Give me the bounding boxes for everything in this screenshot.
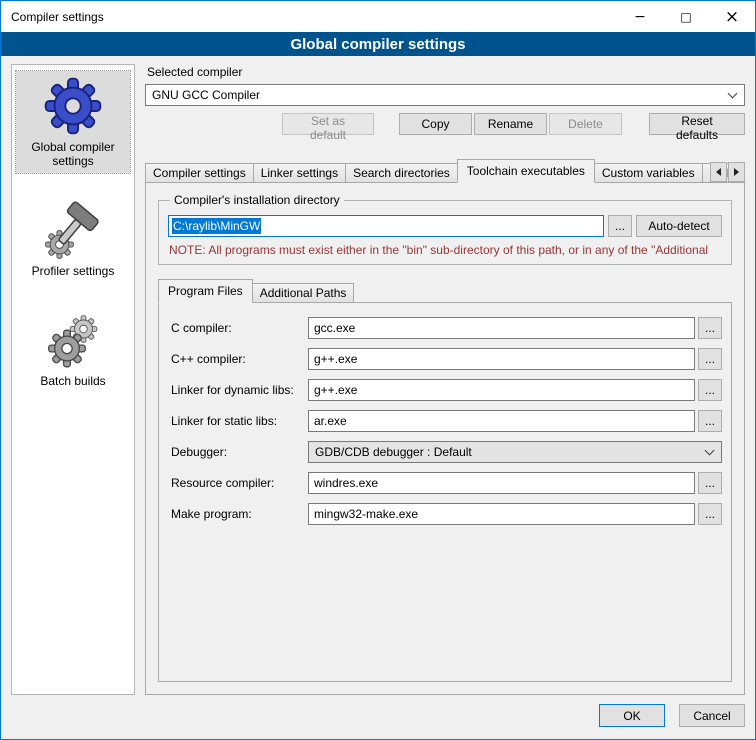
selected-compiler-label: Selected compiler: [147, 65, 745, 79]
window-controls: − □ ×: [617, 1, 755, 32]
form-row-resource-compiler: Resource compiler: ...: [171, 472, 722, 494]
arrow-left-icon: [716, 168, 721, 176]
bin-subdirectory-note: NOTE: All programs must exist either in …: [169, 243, 722, 257]
dialog-body: Global compiler settings Profiler settin…: [1, 56, 755, 695]
selected-compiler-value: GNU GCC Compiler: [152, 88, 723, 102]
tab-toolchain-executables[interactable]: Toolchain executables: [457, 159, 595, 183]
linker-dynamic-input[interactable]: [308, 379, 695, 401]
ok-button[interactable]: OK: [599, 704, 665, 727]
copy-button[interactable]: Copy: [399, 113, 472, 135]
installation-directory-row: C:\raylib\MinGW ... Auto-detect: [168, 215, 722, 237]
auto-detect-button[interactable]: Auto-detect: [636, 215, 722, 237]
field-label: Linker for static libs:: [171, 410, 308, 428]
form-row-make-program: Make program: ...: [171, 503, 722, 525]
tab-search-directories[interactable]: Search directories: [345, 163, 458, 183]
sidebar-item-label: Batch builds: [40, 374, 105, 388]
field-label: C++ compiler:: [171, 348, 308, 366]
linker-static-input[interactable]: [308, 410, 695, 432]
resource-compiler-input[interactable]: [308, 472, 695, 494]
form-row-cpp-compiler: C++ compiler: ...: [171, 348, 722, 370]
set-as-default-button[interactable]: Set as default: [282, 113, 374, 135]
tab-custom-variables[interactable]: Custom variables: [594, 163, 703, 183]
cpp-compiler-browse-button[interactable]: ...: [698, 348, 722, 370]
compiler-actions: Set as default Copy Rename Delete Reset …: [145, 113, 745, 135]
install-dir-browse-button[interactable]: ...: [608, 215, 632, 237]
compiler-settings-window: Compiler settings − □ × Global compiler …: [0, 0, 756, 740]
main-panel: Selected compiler GNU GCC Compiler Set a…: [145, 64, 745, 695]
close-button[interactable]: ×: [709, 1, 755, 32]
linker-static-browse-button[interactable]: ...: [698, 410, 722, 432]
field-label: C compiler:: [171, 317, 308, 335]
sidebar-item-batch-builds[interactable]: Batch builds: [16, 307, 130, 393]
tab-scroll-left-button[interactable]: [710, 162, 727, 182]
dialog-footer: OK Cancel: [1, 695, 755, 739]
titlebar: Compiler settings − □ ×: [1, 1, 755, 32]
install-dir-input[interactable]: C:\raylib\MinGW: [168, 215, 604, 237]
toolchain-executables-panel: Compiler's installation directory C:\ray…: [145, 182, 745, 695]
delete-button[interactable]: Delete: [549, 113, 622, 135]
linker-dynamic-browse-button[interactable]: ...: [698, 379, 722, 401]
cancel-button[interactable]: Cancel: [679, 704, 745, 727]
sidebar-item-profiler-settings[interactable]: Profiler settings: [16, 197, 130, 283]
profiler-hammer-icon: [43, 201, 103, 261]
settings-tabstrip: Compiler settings Linker settings Search…: [145, 159, 745, 183]
sidebar-item-global-compiler-settings[interactable]: Global compiler settings: [16, 71, 130, 173]
program-files-tabstrip: Program Files Additional Paths: [158, 279, 732, 303]
make-program-browse-button[interactable]: ...: [698, 503, 722, 525]
chevron-down-icon: [705, 445, 715, 455]
install-dir-selected-text: C:\raylib\MinGW: [172, 218, 261, 234]
rename-button[interactable]: Rename: [474, 113, 547, 135]
field-label: Resource compiler:: [171, 472, 308, 490]
window-title: Compiler settings: [1, 10, 104, 24]
make-program-input[interactable]: [308, 503, 695, 525]
program-files-panel: C compiler: ... C++ compiler: ...: [158, 302, 732, 682]
tab-program-files[interactable]: Program Files: [158, 279, 253, 303]
form-row-linker-static: Linker for static libs: ...: [171, 410, 722, 432]
form-row-linker-dynamic: Linker for dynamic libs: ...: [171, 379, 722, 401]
selected-compiler-select[interactable]: GNU GCC Compiler: [145, 84, 745, 106]
minimize-button[interactable]: −: [617, 1, 663, 32]
maximize-icon: □: [680, 10, 691, 24]
debugger-select-value: GDB/CDB debugger : Default: [315, 445, 700, 459]
form-row-c-compiler: C compiler: ...: [171, 317, 722, 339]
chevron-down-icon: [728, 88, 738, 98]
dialog-header: Global compiler settings: [1, 32, 755, 56]
field-label: Make program:: [171, 503, 308, 521]
reset-defaults-button[interactable]: Reset defaults: [649, 113, 745, 135]
close-icon: ×: [725, 7, 739, 27]
arrow-right-icon: [734, 168, 739, 176]
c-compiler-browse-button[interactable]: ...: [698, 317, 722, 339]
sidebar-item-label: Profiler settings: [32, 264, 115, 278]
tab-scrollers: [710, 162, 745, 182]
tab-additional-paths[interactable]: Additional Paths: [252, 283, 355, 303]
installation-directory-group: Compiler's installation directory C:\ray…: [158, 193, 732, 265]
c-compiler-input[interactable]: [308, 317, 695, 339]
sidebar-item-label: Global compiler settings: [18, 140, 128, 168]
field-label: Linker for dynamic libs:: [171, 379, 308, 397]
debugger-select[interactable]: GDB/CDB debugger : Default: [308, 441, 722, 463]
global-compiler-gear-icon: [42, 75, 104, 137]
maximize-button[interactable]: □: [663, 1, 709, 32]
form-row-debugger: Debugger: GDB/CDB debugger : Default: [171, 441, 722, 463]
tab-linker-settings[interactable]: Linker settings: [253, 163, 346, 183]
tab-scroll-right-button[interactable]: [728, 162, 745, 182]
cpp-compiler-input[interactable]: [308, 348, 695, 370]
installation-directory-title: Compiler's installation directory: [170, 193, 344, 207]
tab-compiler-settings[interactable]: Compiler settings: [145, 163, 254, 183]
sidebar: Global compiler settings Profiler settin…: [11, 64, 135, 695]
batch-builds-gears-icon: [43, 311, 103, 371]
field-label: Debugger:: [171, 441, 308, 459]
resource-compiler-browse-button[interactable]: ...: [698, 472, 722, 494]
minimize-icon: −: [634, 9, 646, 25]
